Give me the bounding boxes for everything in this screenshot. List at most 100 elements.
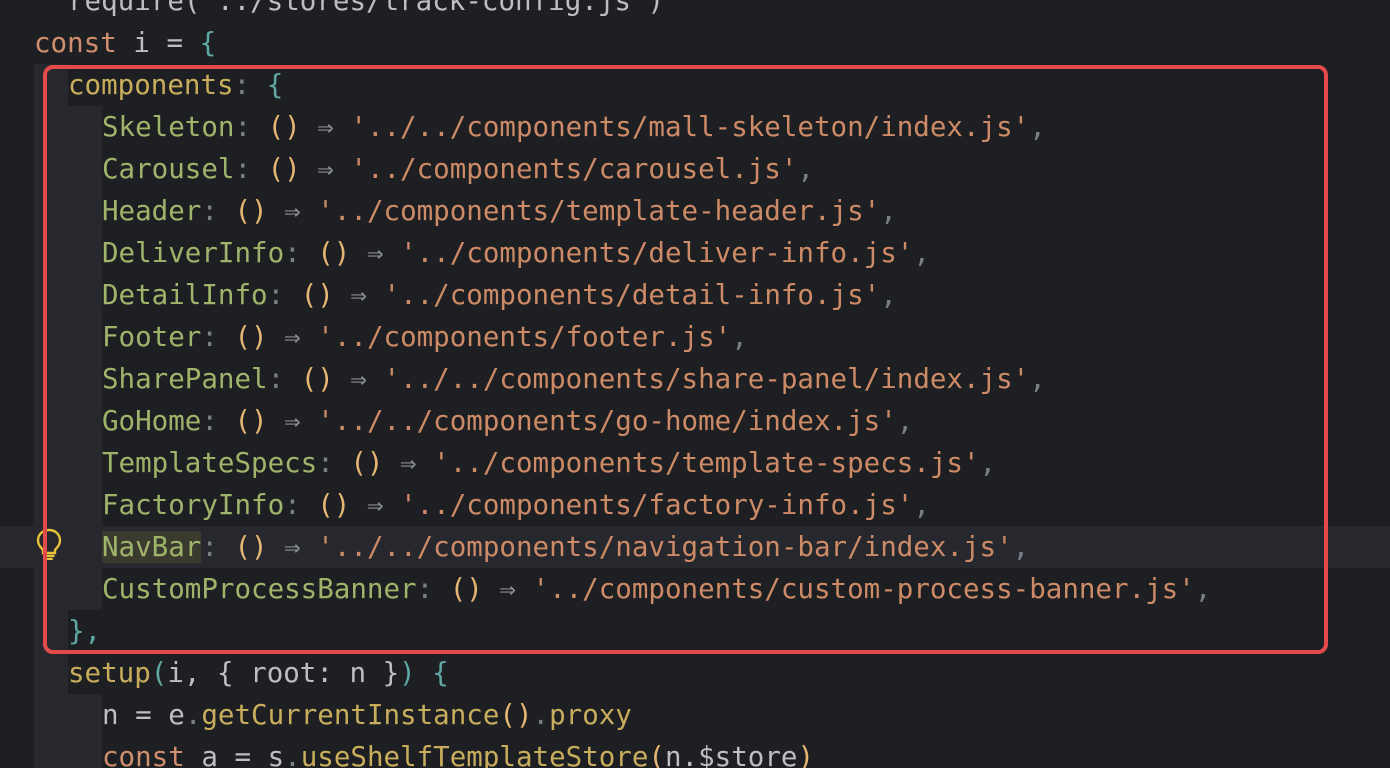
code-line-content: Carousel: () ⇒ '../components/carousel.j…: [102, 148, 814, 190]
call-arg: n.$store: [664, 741, 798, 768]
component-name: DeliverInfo: [102, 237, 285, 269]
component-name: CustomProcessBanner: [102, 573, 417, 605]
identifier: s: [267, 741, 285, 768]
params: (): [300, 363, 334, 395]
code-token: (: [648, 741, 665, 768]
arrow: ⇒: [366, 237, 384, 269]
code-line-content: SharePanel: () ⇒ '../../components/share…: [102, 358, 1046, 400]
indent-guide-outer: [34, 64, 68, 768]
identifier: e: [168, 699, 185, 731]
component-name: NavBar: [102, 531, 202, 563]
arrow: ⇒: [284, 195, 301, 227]
code-line-content: DeliverInfo: () ⇒ '../components/deliver…: [102, 232, 930, 274]
lightbulb-icon[interactable]: [36, 528, 62, 560]
colon: :: [201, 405, 218, 437]
import-path: '../../components/go-home/index.js': [317, 405, 897, 437]
comma: ,: [896, 405, 914, 437]
params: (): [267, 111, 301, 143]
arrow: ⇒: [400, 447, 417, 479]
import-path: '../components/detail-info.js': [383, 279, 881, 311]
component-name: TemplateSpecs: [102, 447, 318, 479]
indent-guide-setup: [68, 694, 102, 768]
brace: {: [266, 69, 284, 101]
comma: ,: [913, 489, 930, 521]
code-line-content: components: {: [68, 64, 283, 106]
colon: :: [284, 237, 301, 269]
arrow: ⇒: [284, 321, 301, 353]
comma: ,: [797, 153, 814, 185]
code-line-content: TemplateSpecs: () ⇒ '../components/templ…: [102, 442, 996, 484]
import-path: '../../components/share-panel/index.js': [383, 363, 1030, 395]
import-path: '../components/template-header.js': [317, 195, 881, 227]
arrow: ⇒: [499, 573, 516, 605]
import-path: '../../components/navigation-bar/index.j…: [317, 531, 1013, 563]
code-line-content: Skeleton: () ⇒ '../../components/mall-sk…: [102, 106, 1046, 148]
code-line-content: require('../stores/track-config.js'): [68, 0, 664, 22]
code-line[interactable]: NavBar: () ⇒ '../../components/navigatio…: [0, 526, 1390, 568]
code-token: .: [532, 699, 550, 731]
component-name: Header: [102, 195, 202, 227]
code-line-content: const a = s.useShelfTemplateStore(n.$sto…: [102, 736, 814, 768]
arrow: ⇒: [284, 531, 301, 563]
code-line-content: setup(i, { root: n }) {: [68, 652, 449, 694]
colon: :: [201, 195, 218, 227]
code-token: (: [150, 657, 168, 689]
import-path: '../components/factory-info.js': [400, 489, 914, 521]
code-token: ): [797, 741, 814, 768]
params: (): [267, 153, 301, 185]
code-line-content: },: [68, 610, 101, 652]
comma: ,: [1012, 531, 1030, 563]
arrow: ⇒: [317, 111, 334, 143]
arrow: ⇒: [350, 363, 367, 395]
identifier: n: [102, 699, 119, 731]
params: (): [234, 405, 268, 437]
arrow: ⇒: [350, 279, 367, 311]
code-line-content: FactoryInfo: () ⇒ '../components/factory…: [102, 484, 930, 526]
colon: :: [267, 279, 285, 311]
code-line-content: Header: () ⇒ '../components/template-hea…: [102, 190, 897, 232]
component-name: DetailInfo: [102, 279, 268, 311]
params: (): [350, 447, 384, 479]
code-editor[interactable]: require('../stores/track-config.js') cons…: [0, 0, 1390, 768]
import-path: '../components/custom-process-banner.js': [532, 573, 1195, 605]
property-access: proxy: [549, 699, 632, 731]
operator: =: [234, 741, 252, 768]
property-key: components: [68, 69, 234, 101]
colon: :: [234, 111, 252, 143]
comma: ,: [913, 237, 930, 269]
component-name: Skeleton: [102, 111, 235, 143]
identifier: i: [133, 27, 150, 59]
code-token: .: [284, 741, 301, 768]
comma: ,: [880, 195, 897, 227]
import-path: '../components/template-specs.js': [433, 447, 980, 479]
params: (): [317, 237, 351, 269]
operator: =: [166, 27, 184, 59]
params: (): [234, 195, 268, 227]
colon: :: [416, 573, 434, 605]
colon: :: [201, 531, 218, 563]
